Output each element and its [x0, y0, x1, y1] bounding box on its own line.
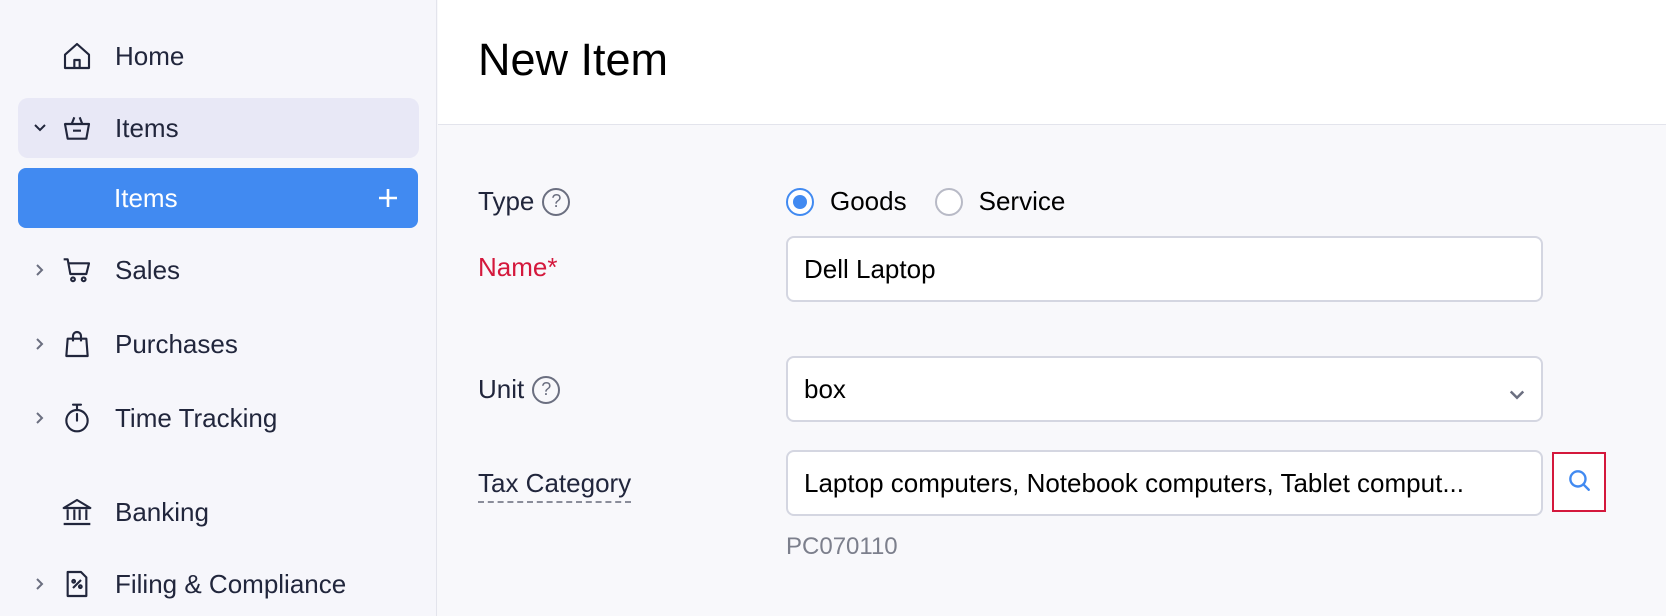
name-input[interactable]: Dell Laptop: [786, 236, 1543, 302]
sidebar-item-time-tracking[interactable]: Time Tracking: [18, 388, 419, 448]
radio-service-label: Service: [978, 186, 1066, 216]
bag-icon: [60, 327, 94, 361]
unit-label-row: Unit ?: [478, 374, 561, 405]
cart-icon: [60, 253, 94, 287]
tax-category-search-button[interactable]: [1552, 452, 1606, 512]
chevron-right-icon[interactable]: [32, 262, 48, 278]
sidebar: Home Items Items Sales Purchases Time Tr…: [0, 0, 437, 616]
sidebar-item-label: Time Tracking: [115, 402, 278, 433]
search-icon: [1566, 467, 1592, 498]
sidebar-item-label: Filing & Compliance: [115, 568, 347, 599]
sidebar-item-sales[interactable]: Sales: [18, 240, 419, 300]
sidebar-item-filing-compliance[interactable]: Filing & Compliance: [18, 554, 419, 614]
radio-button-checked[interactable]: [786, 187, 814, 216]
chevron-right-icon[interactable]: [32, 576, 48, 592]
chevron-down-icon: [1507, 380, 1527, 411]
sidebar-item-home[interactable]: Home: [18, 26, 419, 86]
home-icon: [60, 39, 94, 73]
help-icon[interactable]: ?: [542, 187, 571, 216]
tax-category-value: Laptop computers, Notebook computers, Ta…: [804, 467, 1464, 498]
page-title: New Item: [478, 34, 669, 85]
plus-icon[interactable]: [374, 184, 402, 212]
help-icon[interactable]: ?: [532, 375, 561, 404]
sidebar-subitem-items[interactable]: Items: [18, 168, 418, 228]
sidebar-subitem-label: Items: [114, 182, 178, 213]
chevron-right-icon[interactable]: [32, 410, 48, 426]
type-label-row: Type ?: [478, 186, 571, 217]
name-label: Name*: [478, 252, 558, 282]
radio-goods[interactable]: Goods: [786, 186, 907, 217]
unit-select[interactable]: box: [786, 356, 1543, 422]
sidebar-item-label: Banking: [115, 496, 209, 527]
name-input-value: Dell Laptop: [804, 253, 936, 284]
bank-icon: [60, 495, 94, 529]
basket-icon: [60, 111, 94, 145]
type-radio-group: Goods Service: [786, 186, 1065, 217]
chevron-right-icon[interactable]: [32, 336, 48, 352]
stopwatch-icon: [60, 401, 94, 435]
sidebar-item-label: Home: [115, 40, 185, 71]
type-label: Type: [478, 186, 535, 216]
tax-category-input[interactable]: Laptop computers, Notebook computers, Ta…: [786, 450, 1543, 516]
tax-category-label-row: Tax Category: [478, 468, 632, 503]
tax-code-hint: PC070110: [786, 533, 898, 560]
unit-select-value: box: [804, 373, 846, 404]
unit-label: Unit: [478, 374, 525, 404]
sidebar-item-label: Sales: [115, 254, 181, 285]
page-header: New Item: [438, 0, 1666, 125]
sidebar-item-label: Purchases: [115, 328, 238, 359]
sidebar-item-items[interactable]: Items: [18, 98, 419, 158]
filing-icon: [60, 567, 94, 601]
sidebar-item-banking[interactable]: Banking: [18, 482, 419, 542]
tax-category-label: Tax Category: [478, 468, 632, 503]
radio-service[interactable]: Service: [934, 186, 1066, 217]
sidebar-item-purchases[interactable]: Purchases: [18, 314, 419, 374]
chevron-down-icon[interactable]: [32, 120, 48, 136]
radio-goods-label: Goods: [830, 186, 907, 216]
radio-button-unchecked[interactable]: [934, 187, 963, 216]
sidebar-item-label: Items: [115, 112, 179, 143]
